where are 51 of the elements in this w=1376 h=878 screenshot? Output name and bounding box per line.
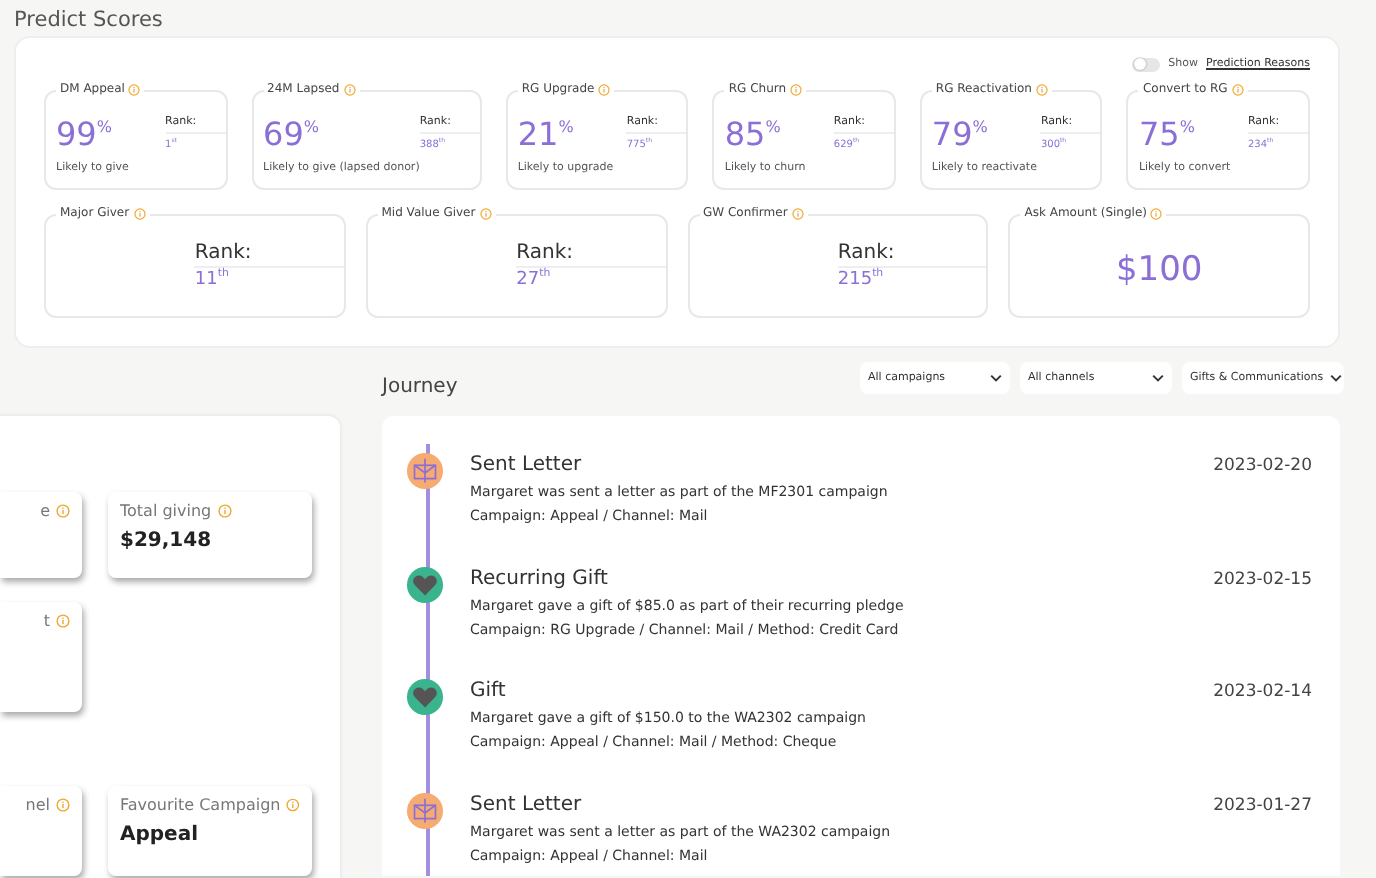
info-icon[interactable] [1035,83,1048,95]
rank-value: 27$^{th}$ [516,268,553,290]
info-icon[interactable] [286,798,300,812]
event-title: Recurring Gift [470,567,608,589]
score-percentage: 99$^{%}$ [56,112,114,153]
journey-title: Journey [382,376,458,398]
summary-label: Total giving [120,502,212,520]
rank-label: Rank: [516,242,665,268]
score-percentage: 69$^{%}$ [263,112,321,153]
summary-label: t [43,612,50,630]
event-date: 2023-02-14 [1213,682,1312,702]
info-icon[interactable] [598,83,611,95]
info-icon[interactable] [1231,83,1244,95]
summary-label: e [40,502,50,520]
info-icon[interactable] [56,614,70,628]
rank-label: Rank: [837,242,987,268]
info-icon[interactable] [1150,207,1163,219]
summary-label: nel [25,796,50,814]
score-percentage: 79$^{%}$ [931,112,990,153]
section-title: Predict Scores [14,6,165,36]
info-icon[interactable] [133,207,146,219]
chevron-down-icon [990,374,1002,382]
event-title: Gift [470,680,506,702]
score-percentage: 85$^{%}$ [724,112,783,153]
toggle-switch[interactable] [1132,57,1161,71]
rank-value: 11$^{th}$ [194,268,231,290]
summary-value: Appeal [120,824,201,846]
info-icon[interactable] [790,83,803,95]
event-title: Sent Letter [470,793,582,815]
envelope-icon [406,791,444,829]
score-percentage: 21$^{%}$ [517,112,576,153]
info-icon[interactable] [56,504,70,518]
summary-value: $29,148 [120,530,214,552]
chevron-down-icon [1329,374,1342,382]
info-icon[interactable] [343,83,356,95]
info-icon[interactable] [791,207,804,219]
ask-amount: $100 [1113,248,1205,290]
event-date: 2023-02-15 [1213,569,1312,589]
envelope-icon [406,452,444,490]
event-date: 2023-01-27 [1213,795,1312,815]
rank-label: Rank: [194,242,344,268]
info-icon[interactable] [217,504,232,518]
event-title: Sent Letter [470,454,582,476]
rank-value: 215$^{th}$ [837,268,886,290]
info-icon[interactable] [128,83,141,95]
chevron-down-icon [1152,374,1164,382]
score-percentage: 75$^{%}$ [1138,112,1197,153]
info-icon[interactable] [56,798,70,812]
info-icon[interactable] [479,207,492,219]
summary-label: Favourite Campaign [120,796,281,814]
event-date: 2023-02-20 [1213,456,1312,476]
